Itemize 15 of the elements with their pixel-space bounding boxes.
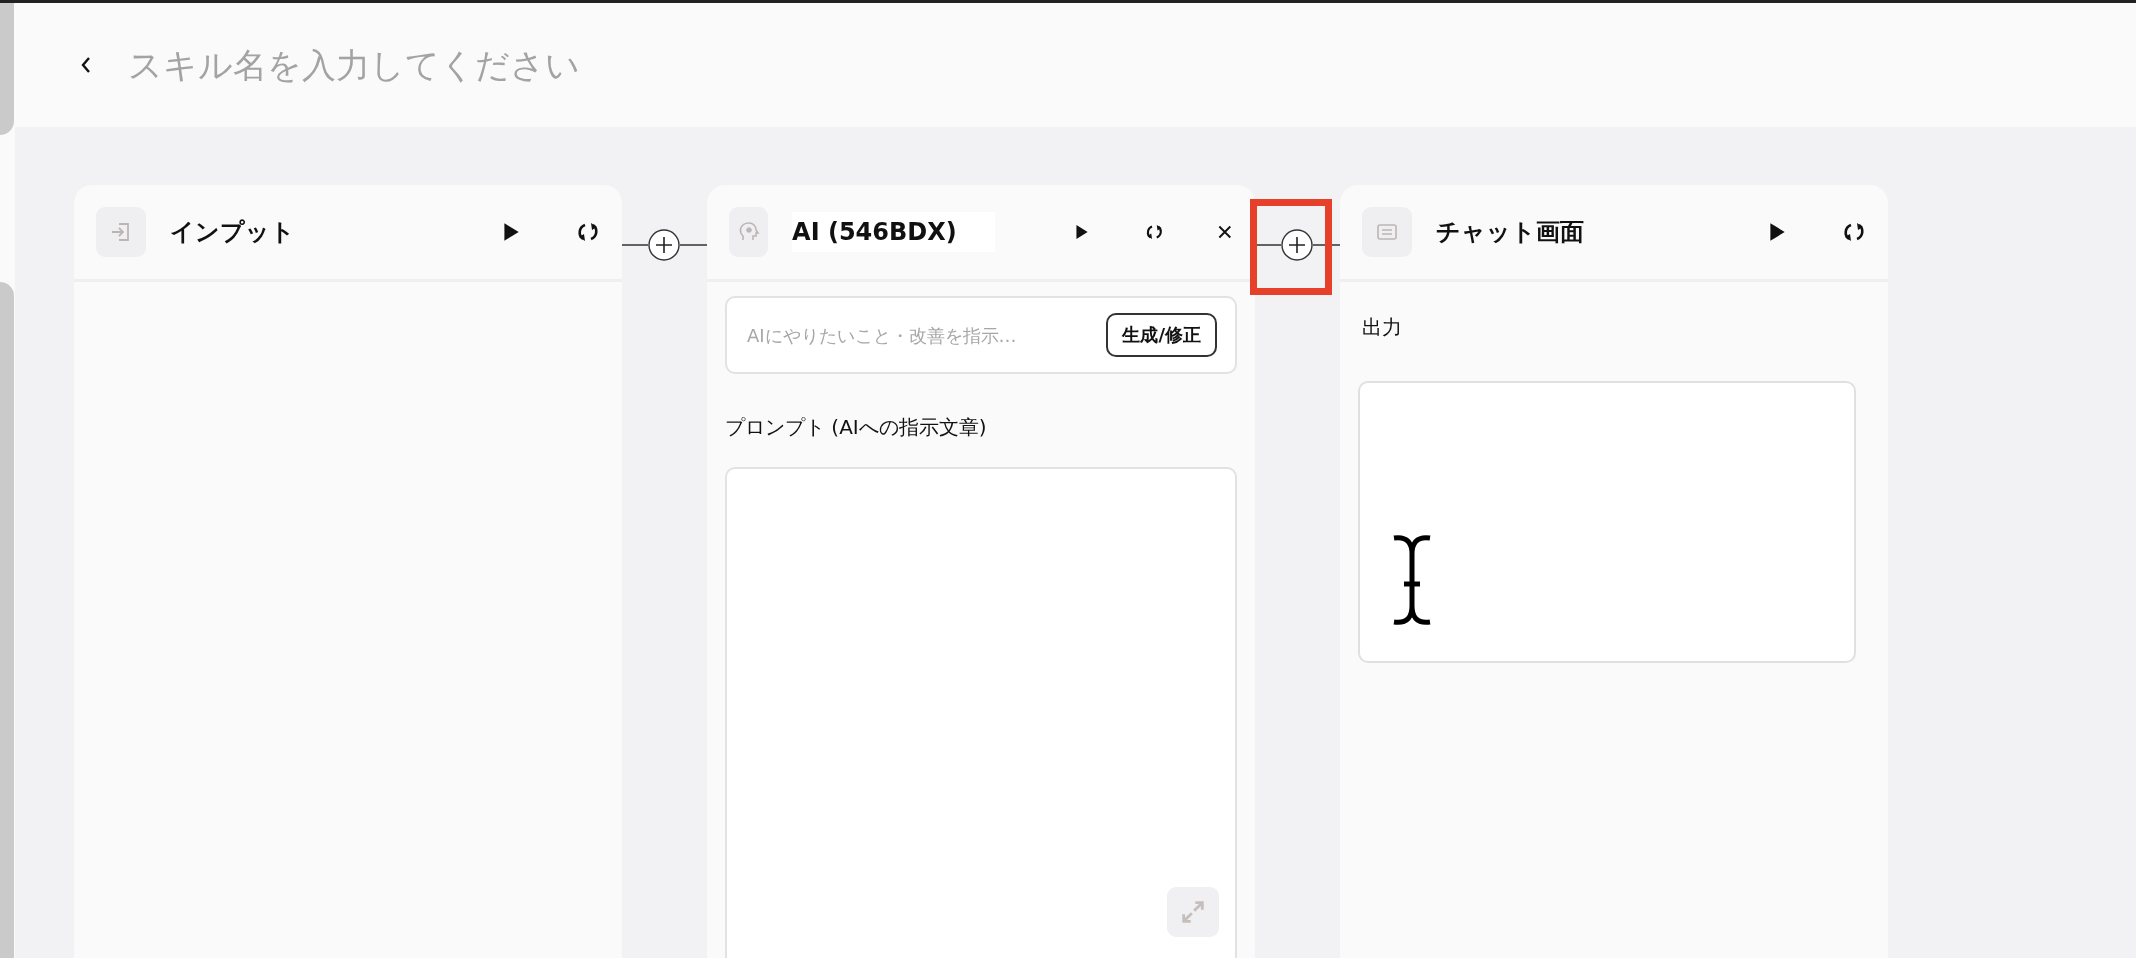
node-title: インプット [170,217,295,248]
refresh-icon[interactable] [576,220,600,244]
back-icon [80,55,92,75]
skill-name-field[interactable]: スキル名を入力してください [128,3,2136,127]
add-connector[interactable] [622,228,707,262]
expand-icon [1179,898,1207,926]
prompt-label: プロンプト (AIへの指示文章) [725,414,988,441]
instruction-field[interactable]: AIにやりたいこと・改善を指示… 生成/修正 [725,296,1237,374]
node-title: チャット画面 [1436,217,1584,248]
add-connector[interactable] [1255,228,1340,262]
node-title-field[interactable]: AI (546BDX) [792,212,996,252]
output-label: 出力 [1362,314,1403,341]
generate-button[interactable]: 生成/修正 [1106,313,1217,357]
refresh-icon[interactable] [1842,220,1866,244]
output-field[interactable] [1358,381,1856,663]
